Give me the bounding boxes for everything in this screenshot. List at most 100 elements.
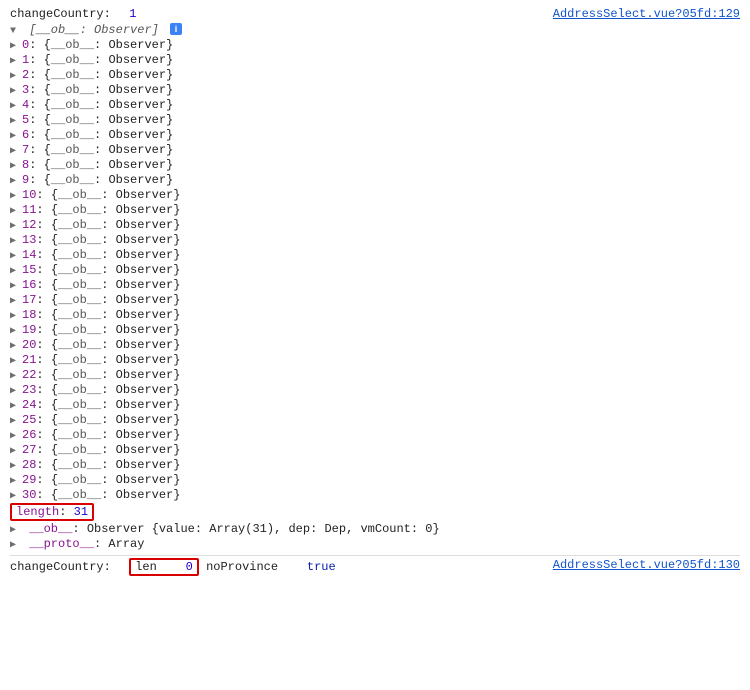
array-item[interactable]: ▶24: {__ob__: Observer}	[10, 397, 740, 412]
array-item[interactable]: ▶14: {__ob__: Observer}	[10, 247, 740, 262]
triangle-right-icon[interactable]: ▶	[10, 235, 20, 247]
triangle-right-icon[interactable]: ▶	[10, 40, 20, 52]
array-item[interactable]: ▶6: {__ob__: Observer}	[10, 127, 740, 142]
array-item[interactable]: ▶26: {__ob__: Observer}	[10, 427, 740, 442]
triangle-right-icon[interactable]: ▶	[10, 100, 20, 112]
ob-type: Observer	[116, 428, 174, 442]
log-value: 1	[129, 7, 136, 21]
log-label: changeCountry:	[10, 560, 111, 574]
array-item[interactable]: ▶8: {__ob__: Observer}	[10, 157, 740, 172]
len-key: len	[135, 560, 157, 574]
ob-type: Observer	[108, 53, 166, 67]
triangle-right-icon[interactable]: ▶	[10, 539, 20, 551]
item-index: 10	[22, 188, 36, 202]
triangle-right-icon[interactable]: ▶	[10, 524, 20, 536]
ob-key: __ob__	[51, 38, 94, 52]
array-item[interactable]: ▶4: {__ob__: Observer}	[10, 97, 740, 112]
ob-type: Observer	[116, 458, 174, 472]
array-item[interactable]: ▶21: {__ob__: Observer}	[10, 352, 740, 367]
ob-type: Observer	[87, 522, 145, 536]
ob-type: Observer	[116, 353, 174, 367]
proto-row[interactable]: ▶ __proto__: Array	[10, 536, 740, 551]
log-label: changeCountry:	[10, 7, 111, 21]
array-item[interactable]: ▶9: {__ob__: Observer}	[10, 172, 740, 187]
triangle-right-icon[interactable]: ▶	[10, 415, 20, 427]
source-link-1[interactable]: AddressSelect.vue?05fd:129	[553, 7, 740, 21]
array-item[interactable]: ▶15: {__ob__: Observer}	[10, 262, 740, 277]
noprovince-key: noProvince	[206, 560, 278, 574]
triangle-right-icon[interactable]: ▶	[10, 295, 20, 307]
triangle-right-icon[interactable]: ▶	[10, 325, 20, 337]
array-item[interactable]: ▶20: {__ob__: Observer}	[10, 337, 740, 352]
triangle-right-icon[interactable]: ▶	[10, 265, 20, 277]
triangle-right-icon[interactable]: ▶	[10, 310, 20, 322]
array-item[interactable]: ▶18: {__ob__: Observer}	[10, 307, 740, 322]
item-index: 11	[22, 203, 36, 217]
ob-key: __ob__	[58, 338, 101, 352]
ob-type: Observer	[116, 233, 174, 247]
array-item[interactable]: ▶25: {__ob__: Observer}	[10, 412, 740, 427]
array-item[interactable]: ▶7: {__ob__: Observer}	[10, 142, 740, 157]
array-item[interactable]: ▶12: {__ob__: Observer}	[10, 217, 740, 232]
info-icon[interactable]: i	[170, 23, 182, 35]
triangle-right-icon[interactable]: ▶	[10, 190, 20, 202]
ob-key: __ob__	[51, 53, 94, 67]
array-item[interactable]: ▶3: {__ob__: Observer}	[10, 82, 740, 97]
triangle-right-icon[interactable]: ▶	[10, 430, 20, 442]
array-item[interactable]: ▶1: {__ob__: Observer}	[10, 52, 740, 67]
array-item[interactable]: ▶29: {__ob__: Observer}	[10, 472, 740, 487]
triangle-right-icon[interactable]: ▶	[10, 220, 20, 232]
triangle-right-icon[interactable]: ▶	[10, 85, 20, 97]
ob-summary-row[interactable]: ▶ __ob__: Observer {value: Array(31), de…	[10, 521, 740, 536]
array-item[interactable]: ▶0: {__ob__: Observer}	[10, 37, 740, 52]
triangle-right-icon[interactable]: ▶	[10, 400, 20, 412]
array-header[interactable]: ▼ [__ob__: Observer] i	[10, 22, 740, 37]
array-item[interactable]: ▶2: {__ob__: Observer}	[10, 67, 740, 82]
array-item[interactable]: ▶28: {__ob__: Observer}	[10, 457, 740, 472]
array-item[interactable]: ▶27: {__ob__: Observer}	[10, 442, 740, 457]
triangle-right-icon[interactable]: ▶	[10, 385, 20, 397]
triangle-right-icon[interactable]: ▶	[10, 55, 20, 67]
array-item[interactable]: ▶23: {__ob__: Observer}	[10, 382, 740, 397]
ob-key: __ob__	[58, 218, 101, 232]
item-index: 15	[22, 263, 36, 277]
triangle-right-icon[interactable]: ▶	[10, 340, 20, 352]
ob-type: Observer	[116, 323, 174, 337]
array-item[interactable]: ▶19: {__ob__: Observer}	[10, 322, 740, 337]
length-key: length	[16, 505, 59, 519]
triangle-right-icon[interactable]: ▶	[10, 160, 20, 172]
array-item[interactable]: ▶10: {__ob__: Observer}	[10, 187, 740, 202]
item-index: 22	[22, 368, 36, 382]
array-item[interactable]: ▶16: {__ob__: Observer}	[10, 277, 740, 292]
ob-key: __ob__	[58, 458, 101, 472]
triangle-right-icon[interactable]: ▶	[10, 175, 20, 187]
ob-type: Observer	[108, 143, 166, 157]
triangle-right-icon[interactable]: ▶	[10, 355, 20, 367]
array-item[interactable]: ▶17: {__ob__: Observer}	[10, 292, 740, 307]
triangle-right-icon[interactable]: ▶	[10, 250, 20, 262]
triangle-right-icon[interactable]: ▶	[10, 370, 20, 382]
triangle-right-icon[interactable]: ▶	[10, 490, 20, 502]
array-item[interactable]: ▶11: {__ob__: Observer}	[10, 202, 740, 217]
triangle-right-icon[interactable]: ▶	[10, 475, 20, 487]
len-value: 0	[186, 560, 193, 574]
source-link-2[interactable]: AddressSelect.vue?05fd:130	[553, 558, 740, 572]
triangle-right-icon[interactable]: ▶	[10, 145, 20, 157]
triangle-right-icon[interactable]: ▶	[10, 460, 20, 472]
array-item[interactable]: ▶22: {__ob__: Observer}	[10, 367, 740, 382]
triangle-right-icon[interactable]: ▶	[10, 205, 20, 217]
triangle-right-icon[interactable]: ▶	[10, 445, 20, 457]
ob-type: Observer	[116, 293, 174, 307]
ob-key: __ob__	[51, 98, 94, 112]
triangle-right-icon[interactable]: ▶	[10, 115, 20, 127]
array-item[interactable]: ▶30: {__ob__: Observer}	[10, 487, 740, 502]
triangle-right-icon[interactable]: ▶	[10, 70, 20, 82]
array-item[interactable]: ▶13: {__ob__: Observer}	[10, 232, 740, 247]
triangle-down-icon[interactable]: ▼	[10, 26, 20, 37]
proto-key: __proto__	[29, 537, 94, 551]
triangle-right-icon[interactable]: ▶	[10, 280, 20, 292]
triangle-right-icon[interactable]: ▶	[10, 130, 20, 142]
ob-type: Observer	[116, 308, 174, 322]
ob-key: __ob__	[58, 413, 101, 427]
array-item[interactable]: ▶5: {__ob__: Observer}	[10, 112, 740, 127]
